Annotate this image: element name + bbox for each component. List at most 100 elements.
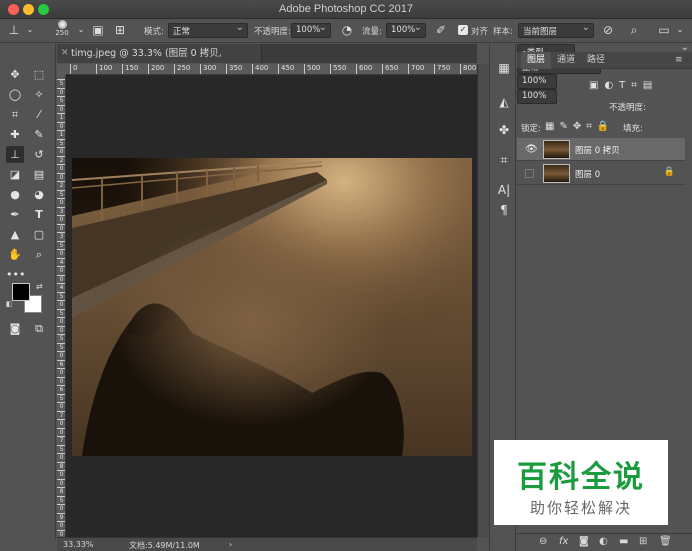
zoom-level[interactable]: 33.33% (63, 540, 94, 549)
ruler-tick-label: 7 (57, 436, 65, 444)
quick-mask-icon[interactable]: ◙ (6, 320, 24, 337)
toggle-brush-panel-icon[interactable]: ▣ (90, 22, 106, 38)
screen-mode-icon[interactable]: ⧉ (30, 320, 48, 337)
visibility-toggle-empty[interactable] (525, 169, 534, 178)
ruler-tick-label: 5 (57, 138, 65, 147)
eraser-tool-icon[interactable]: ◪ (6, 166, 24, 183)
mode-label: 模式: (144, 27, 164, 37)
ruler-tick-label: 2 (57, 155, 65, 164)
color-panel-icon[interactable]: ▦ (496, 60, 512, 76)
ruler-tick-label: 100 (96, 64, 112, 74)
layer-name: 图层 0 拷贝 (575, 146, 620, 156)
add-mask-icon[interactable]: ◙ (579, 536, 589, 547)
new-layer-icon[interactable]: ⊞ (639, 536, 647, 547)
vertical-ruler[interactable]: 5050101502002503003504004505005506006507… (57, 75, 66, 537)
document-tab[interactable]: ✕ timg.jpeg @ 33.3% (图层 0 拷贝, RGB/8#) * (57, 44, 262, 78)
preset-chevron-icon[interactable]: ⌄ (22, 22, 38, 38)
ignore-adjustment-layers-icon[interactable]: ⊘ (600, 22, 616, 38)
ruler-tick-label: 0 (57, 351, 65, 359)
adjustment-layer-icon[interactable]: ◐ (599, 536, 608, 547)
opacity-field[interactable]: 100% (291, 22, 331, 38)
brush-tool-icon[interactable]: ✎ (30, 126, 48, 143)
eyedropper-tool-icon[interactable]: ⁄ (30, 106, 48, 123)
foreground-color-swatch[interactable] (12, 283, 30, 301)
canvas-vertical-scrollbar[interactable] (477, 64, 489, 537)
delete-layer-icon[interactable]: 🗑 (659, 536, 672, 547)
more-tools-icon[interactable]: ••• (6, 266, 25, 283)
clone-stamp-tool-icon[interactable]: ⊥ (6, 146, 24, 163)
blur-tool-icon[interactable]: ● (6, 186, 24, 203)
swap-colors-icon[interactable]: ⇄ (36, 282, 43, 291)
styles-panel-icon[interactable]: ✤ (496, 122, 512, 138)
character-panel-icon[interactable]: A| (496, 182, 512, 198)
ruler-tick-label: 5 (57, 79, 65, 87)
lasso-tool-icon[interactable]: ◯ (6, 86, 24, 103)
toggle-clone-source-panel-icon[interactable]: ⊞ (112, 22, 128, 38)
ruler-tick-label: 5 (57, 240, 65, 249)
new-group-icon[interactable]: ▬ (619, 536, 628, 547)
sample-dropdown[interactable]: 当前图层 (518, 22, 594, 38)
ruler-tick-label: 1 (57, 113, 65, 121)
ruler-tick-label: 400 (252, 64, 268, 74)
workspace-icon[interactable]: ▭ (656, 22, 672, 38)
paragraph-panel-icon[interactable]: ¶ (496, 202, 512, 218)
ruler-tick-label: 0 (57, 427, 65, 436)
mode-dropdown[interactable]: 正常 (168, 22, 248, 38)
status-menu-chevron-icon[interactable]: › (229, 540, 232, 549)
marquee-tool-icon[interactable]: ⬚ (30, 66, 48, 83)
link-layers-icon[interactable]: ⊖ (539, 536, 547, 547)
ruler-tick-label: 200 (148, 64, 164, 74)
dodge-tool-icon[interactable]: ◕ (30, 186, 48, 203)
canvas-area[interactable] (66, 75, 477, 537)
history-brush-tool-icon[interactable]: ↺ (30, 146, 48, 163)
layer-row-base[interactable]: 图层 0 🔒 (517, 162, 685, 185)
horizontal-ruler[interactable]: 0 100 150 200 250 300 350 400 450 500 550 600 650 700… (66, 64, 477, 75)
fill-field[interactable]: 100% (517, 89, 557, 104)
zoom-tool-icon[interactable]: ⌕ (30, 246, 48, 263)
visibility-eye-icon[interactable]: 👁 (525, 144, 538, 155)
ruler-tick-label: 500 (304, 64, 320, 74)
gradient-tool-icon[interactable]: ▤ (30, 166, 48, 183)
pen-tool-icon[interactable]: ✒ (6, 206, 24, 223)
healing-brush-tool-icon[interactable]: ✚ (6, 126, 24, 143)
type-tool-icon[interactable]: T (30, 206, 48, 223)
tab-paths[interactable]: 路径 (581, 52, 611, 69)
default-colors-icon[interactable]: ◧ (6, 300, 13, 308)
align-label: 对齐 (471, 27, 489, 37)
align-checkbox[interactable]: ✓ (458, 25, 468, 35)
layer-filter-icons[interactable]: ▣◐T⌗▤ (589, 80, 658, 91)
ruler-tick-label: 5 (57, 495, 65, 504)
brush-chevron-icon[interactable]: ⌄ (73, 22, 89, 38)
ruler-tick-label: 1 (57, 130, 65, 138)
magic-wand-tool-icon[interactable]: ✧ (30, 86, 48, 103)
ruler-tick-label: 0 (57, 266, 65, 274)
workspace-chevron-icon[interactable]: ⌄ (672, 22, 688, 38)
document-image[interactable] (72, 158, 472, 456)
tab-layers[interactable]: 图层 (521, 52, 552, 69)
close-tab-icon[interactable]: ✕ (61, 44, 69, 63)
flow-label: 流量: (362, 27, 382, 37)
tab-channels[interactable]: 通道 (551, 52, 581, 69)
layer-opacity-field[interactable]: 100% (517, 74, 557, 89)
ruler-tick-label: 0 (57, 215, 65, 223)
layer-style-fx-icon[interactable]: fx (559, 536, 568, 547)
hand-tool-icon[interactable]: ✋ (6, 246, 24, 263)
airbrush-icon[interactable]: ✐ (433, 22, 449, 38)
crop-panel-icon[interactable]: ⌗ (496, 152, 512, 168)
move-tool-icon[interactable]: ✥ (6, 66, 24, 83)
crop-tool-icon[interactable]: ⌗ (6, 106, 24, 123)
lock-options-icons[interactable]: ▦✎✥⌗🔒 (545, 121, 614, 132)
search-icon[interactable]: ⌕ (626, 22, 642, 38)
brush-size-picker[interactable]: 250 (52, 20, 72, 40)
layer-row-copy[interactable]: 👁 图层 0 拷贝 (517, 138, 685, 161)
adjustments-panel-icon[interactable]: ◭ (496, 94, 512, 110)
path-selection-tool-icon[interactable]: ▲ (6, 226, 24, 243)
shape-tool-icon[interactable]: ▢ (30, 226, 48, 243)
pressure-opacity-icon[interactable]: ◔ (339, 22, 355, 38)
layer-opacity-label: 不透明度: (609, 103, 646, 113)
ruler-tick-label: 0 (57, 325, 65, 334)
brush-size-value: 250 (55, 29, 69, 37)
clone-stamp-preset-icon[interactable]: ⊥ (6, 22, 22, 38)
panel-menu-icon[interactable]: ≡ (669, 52, 689, 69)
flow-field[interactable]: 100% (386, 22, 426, 38)
